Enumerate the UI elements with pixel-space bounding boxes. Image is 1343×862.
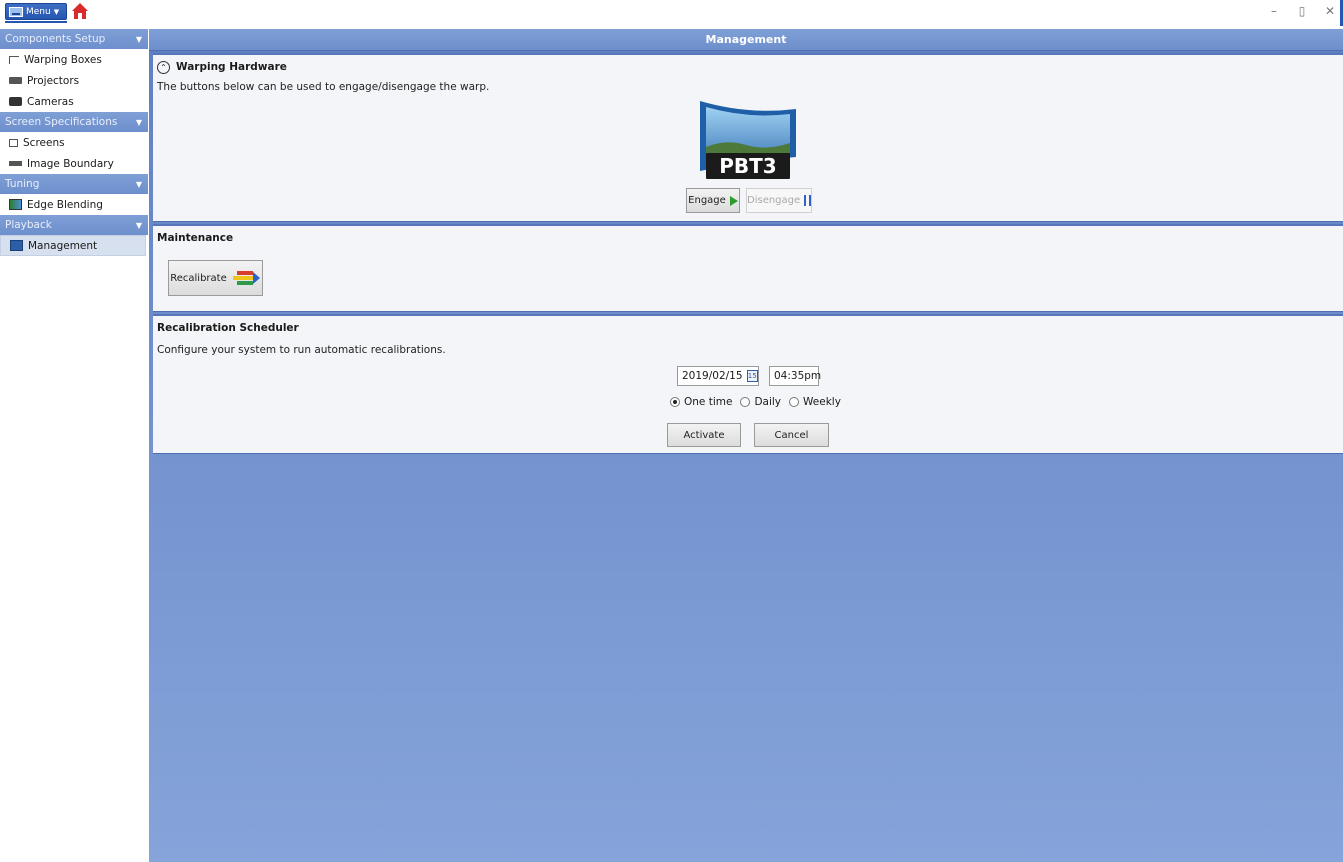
warping-boxes-icon <box>9 55 19 64</box>
maintenance-title: Maintenance <box>157 232 234 244</box>
restore-button[interactable]: ▯ <box>1295 4 1309 18</box>
edge-blending-icon <box>9 199 22 210</box>
page-title: Management <box>149 29 1343 51</box>
radio-daily[interactable]: Daily <box>740 396 781 408</box>
sidebar-item-label: Cameras <box>27 95 74 108</box>
recalibrate-label: Recalibrate <box>170 272 227 284</box>
activate-button[interactable]: Activate <box>667 423 741 447</box>
camera-icon <box>9 97 22 106</box>
chevron-down-icon: ▼ <box>135 117 142 127</box>
title-bar: Menu ▼ – ▯ ✕ <box>0 0 1343 26</box>
activate-label: Activate <box>683 429 725 441</box>
sidebar-item-image-boundary[interactable]: Image Boundary <box>0 153 148 174</box>
radio-one-time[interactable]: One time <box>670 396 732 408</box>
sidebar-item-label: Management <box>28 239 98 252</box>
radio-dot <box>670 397 680 407</box>
warping-hardware-description: The buttons below can be used to engage/… <box>157 81 490 93</box>
radio-dot <box>789 397 800 407</box>
date-field[interactable]: 2019/02/15 15 <box>677 366 759 386</box>
play-icon <box>729 195 738 206</box>
recalibrate-icon <box>232 271 260 285</box>
sidebar-item-edge-blending[interactable]: Edge Blending <box>0 194 148 215</box>
cancel-button[interactable]: Cancel <box>754 423 829 447</box>
section-title: Tuning <box>5 178 40 190</box>
management-icon <box>10 240 23 251</box>
sidebar: Components Setup ▼ Warping Boxes Project… <box>0 29 148 256</box>
section-title: Playback <box>5 219 52 231</box>
menu-app-icon <box>9 6 23 17</box>
menu-button[interactable]: Menu ▼ <box>5 3 67 20</box>
disengage-button[interactable]: Disengage <box>746 188 812 213</box>
date-value: 2019/02/15 <box>682 370 743 382</box>
sidebar-item-warping-boxes[interactable]: Warping Boxes <box>0 49 148 70</box>
engage-label: Engage <box>688 195 726 206</box>
section-playback[interactable]: Playback ▼ <box>0 215 148 235</box>
screen-icon <box>9 138 18 147</box>
sidebar-item-projectors[interactable]: Projectors <box>0 70 148 91</box>
radio-weekly[interactable]: Weekly <box>789 396 841 408</box>
projector-icon <box>9 77 22 84</box>
section-components-setup[interactable]: Components Setup ▼ <box>0 29 148 49</box>
chevron-down-icon: ▼ <box>135 179 142 189</box>
radio-label: One time <box>684 396 733 408</box>
cancel-label: Cancel <box>774 429 809 441</box>
section-tuning[interactable]: Tuning ▼ <box>0 174 148 194</box>
sidebar-item-screens[interactable]: Screens <box>0 132 148 153</box>
sidebar-item-label: Image Boundary <box>27 157 114 170</box>
pbt3-logo-text: PBT3 <box>719 154 776 178</box>
sidebar-item-label: Screens <box>23 136 65 149</box>
scheduler-title: Recalibration Scheduler <box>157 322 299 334</box>
section-title: Components Setup <box>5 33 106 45</box>
radio-label: Daily <box>754 396 782 408</box>
warping-hardware-title: Warping Hardware <box>176 61 287 73</box>
minimize-button[interactable]: – <box>1267 4 1281 18</box>
pause-icon <box>804 195 811 206</box>
section-title: Screen Specifications <box>5 116 118 128</box>
recalibration-scheduler-panel: Recalibration Scheduler Configure your s… <box>153 314 1343 454</box>
disengage-label: Disengage <box>747 195 801 206</box>
home-icon[interactable] <box>71 2 89 20</box>
main-content: Management ⌃ Warping Hardware The button… <box>149 29 1343 862</box>
close-button[interactable]: ✕ <box>1323 4 1337 18</box>
chevron-down-icon: ▼ <box>135 220 142 230</box>
pbt3-logo: PBT3 <box>700 101 796 179</box>
time-field[interactable]: 04:35pm <box>769 366 822 386</box>
sidebar-item-cameras[interactable]: Cameras <box>0 91 148 112</box>
maintenance-panel: Maintenance Recalibrate <box>153 224 1343 312</box>
warping-hardware-panel: ⌃ Warping Hardware The buttons below can… <box>153 53 1343 222</box>
menu-label: Menu <box>26 6 51 17</box>
image-boundary-icon <box>9 161 22 166</box>
radio-label: Weekly <box>803 396 841 408</box>
collapse-icon[interactable]: ⌃ <box>157 61 170 74</box>
scheduler-description: Configure your system to run automatic r… <box>157 344 446 356</box>
recalibrate-button[interactable]: Recalibrate <box>168 260 263 296</box>
menu-underline <box>5 21 67 23</box>
chevron-down-icon: ▼ <box>135 34 142 44</box>
radio-dot <box>740 397 751 407</box>
sidebar-item-management[interactable]: Management <box>0 235 146 256</box>
section-screen-specifications[interactable]: Screen Specifications ▼ <box>0 112 148 132</box>
calendar-icon[interactable]: 15 <box>746 370 758 382</box>
chevron-down-icon: ▼ <box>53 7 60 16</box>
sidebar-item-label: Warping Boxes <box>24 53 102 66</box>
schedule-frequency: One time Daily Weekly <box>670 396 841 408</box>
sidebar-item-label: Edge Blending <box>27 198 103 211</box>
time-value: 04:35pm <box>774 370 822 382</box>
sidebar-item-label: Projectors <box>27 74 80 87</box>
engage-button[interactable]: Engage <box>686 188 740 213</box>
